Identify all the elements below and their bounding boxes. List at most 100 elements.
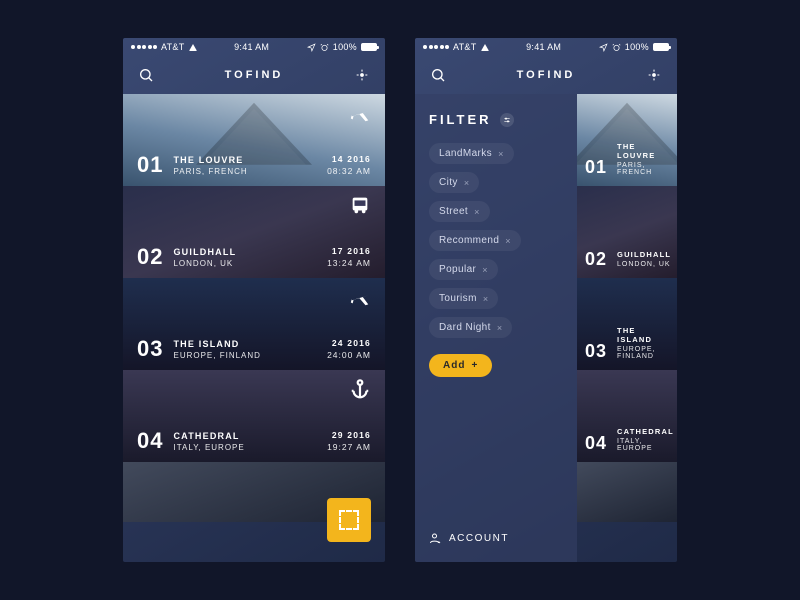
nav-bar: TOFIND xyxy=(123,56,385,94)
locate-icon[interactable] xyxy=(645,66,663,84)
card-time: 13:24 AM xyxy=(327,258,371,268)
card-time: 24:00 AM xyxy=(327,350,371,360)
chip-label: Recommend xyxy=(439,235,499,246)
signal-dots-icon xyxy=(423,45,449,49)
card-location: ITALY, EUROPE xyxy=(617,438,674,452)
plane-icon xyxy=(349,102,371,124)
card-index: 01 xyxy=(585,158,607,176)
card-index: 01 xyxy=(137,154,163,176)
destination-card[interactable] xyxy=(577,462,677,522)
filter-chip-list: LandMarks×City×Street×Recommend×Popular×… xyxy=(429,143,563,338)
card-location: ITALY, EUROPE xyxy=(173,443,327,452)
chip-label: LandMarks xyxy=(439,148,492,159)
card-date: 14 2016 xyxy=(327,154,371,164)
card-index: 02 xyxy=(585,250,607,268)
wifi-icon xyxy=(189,44,197,51)
chip-remove-icon[interactable]: × xyxy=(498,149,504,159)
card-location: LONDON, UK xyxy=(617,261,671,268)
fab-icon xyxy=(339,510,359,530)
card-date: 17 2016 xyxy=(327,246,371,256)
card-location: EUROPE, FINLAND xyxy=(617,346,669,360)
chip-remove-icon[interactable]: × xyxy=(464,178,470,188)
filter-title: FILTER xyxy=(429,112,563,127)
status-bar: AT&T 9:41 AM 100% xyxy=(415,38,677,56)
destination-card[interactable]: 02 GUILDHALL LONDON, UK xyxy=(577,186,677,278)
filter-chip[interactable]: Dard Night × xyxy=(429,317,512,338)
card-index: 03 xyxy=(585,342,607,360)
filter-chip[interactable]: Recommend × xyxy=(429,230,521,251)
chip-remove-icon[interactable]: × xyxy=(483,294,489,304)
add-filter-label: Add xyxy=(443,360,465,371)
nav-bar: TOFIND xyxy=(415,56,677,94)
chip-label: City xyxy=(439,177,458,188)
app-title: TOFIND xyxy=(517,69,576,81)
battery-pct: 100% xyxy=(333,42,357,52)
filter-chip[interactable]: Popular× xyxy=(429,259,498,280)
plus-icon: + xyxy=(471,360,478,371)
status-time: 9:41 AM xyxy=(526,42,561,52)
signal-dots-icon xyxy=(131,45,157,49)
locate-icon[interactable] xyxy=(353,66,371,84)
search-icon[interactable] xyxy=(137,66,155,84)
card-location: EUROPE, FINLAND xyxy=(173,351,327,360)
destination-card[interactable]: 04 CATHEDRAL ITALY, EUROPE xyxy=(577,370,677,462)
filter-panel: FILTER LandMarks×City×Street×Recommend×P… xyxy=(415,94,577,562)
destination-card[interactable]: 01 THE LOUVRE PARIS, FRENCH14 2016 08:32 AM xyxy=(123,94,385,186)
carrier-label: AT&T xyxy=(453,42,477,52)
alarm-icon xyxy=(612,43,621,52)
filter-chip[interactable]: LandMarks × xyxy=(429,143,514,164)
plane-icon xyxy=(349,286,371,308)
status-bar: AT&T 9:41 AM 100% xyxy=(123,38,385,56)
carrier-label: AT&T xyxy=(161,42,185,52)
sliders-icon[interactable] xyxy=(500,113,514,127)
card-title: CATHEDRAL xyxy=(617,427,674,436)
card-date: 29 2016 xyxy=(327,430,371,440)
chip-label: Tourism xyxy=(439,293,477,304)
destination-list[interactable]: 01 THE LOUVRE PARIS, FRENCH14 2016 08:32 AM… xyxy=(123,94,385,562)
filter-chip[interactable]: City × xyxy=(429,172,479,193)
filter-title-text: FILTER xyxy=(429,112,492,127)
card-title: THE LOUVRE xyxy=(173,155,327,165)
chip-remove-icon[interactable]: × xyxy=(482,265,488,275)
destination-list-peek[interactable]: 01THE LOUVREPARIS, FRENCH02GUILDHALLLOND… xyxy=(577,94,677,562)
card-date: 24 2016 xyxy=(327,338,371,348)
card-time: 08:32 AM xyxy=(327,166,371,176)
user-icon xyxy=(429,532,441,544)
chip-remove-icon[interactable]: × xyxy=(505,236,511,246)
card-time: 19:27 AM xyxy=(327,442,371,452)
app-title: TOFIND xyxy=(225,69,284,81)
card-title: CATHEDRAL xyxy=(173,431,327,441)
fab-button[interactable] xyxy=(327,498,371,542)
card-index: 04 xyxy=(137,430,163,452)
filter-chip[interactable]: Tourism × xyxy=(429,288,498,309)
card-location: PARIS, FRENCH xyxy=(173,167,327,176)
card-title: THE LOUVRE xyxy=(617,142,669,160)
bus-icon xyxy=(349,194,371,216)
chip-remove-icon[interactable]: × xyxy=(497,323,503,333)
card-title: GUILDHALL xyxy=(617,250,671,259)
destination-card[interactable]: 03THE ISLANDEUROPE, FINLAND24 201624:00 … xyxy=(123,278,385,370)
phone-list-screen: AT&T 9:41 AM 100% TOFIND 01 THE LOUVRE PAR… xyxy=(123,38,385,562)
chip-remove-icon[interactable]: × xyxy=(474,207,480,217)
add-filter-button[interactable]: Add + xyxy=(429,354,492,377)
card-title: THE ISLAND xyxy=(617,326,669,344)
destination-card[interactable]: 03 THE ISLAND EUROPE, FINLAND xyxy=(577,278,677,370)
account-link[interactable]: ACCOUNT xyxy=(429,532,563,544)
location-arrow-icon xyxy=(599,43,608,52)
chip-label: Street xyxy=(439,206,468,217)
card-index: 02 xyxy=(137,246,163,268)
wifi-icon xyxy=(481,44,489,51)
card-title: GUILDHALL xyxy=(173,247,327,257)
card-index: 03 xyxy=(137,338,163,360)
location-arrow-icon xyxy=(307,43,316,52)
alarm-icon xyxy=(320,43,329,52)
card-index: 04 xyxy=(585,434,607,452)
destination-card[interactable]: 01THE LOUVREPARIS, FRENCH xyxy=(577,94,677,186)
battery-pct: 100% xyxy=(625,42,649,52)
filter-chip[interactable]: Street × xyxy=(429,201,490,222)
chip-label: Dard Night xyxy=(439,322,491,333)
phone-filter-screen: AT&T 9:41 AM 100% TOFIND 01THE LOUVREPAR… xyxy=(415,38,677,562)
destination-card[interactable]: 04 CATHEDRAL ITALY, EUROPE29 2016 19:27 AM xyxy=(123,370,385,462)
destination-card[interactable]: 02GUILDHALLLONDON, UK17 201613:24 AM xyxy=(123,186,385,278)
search-icon[interactable] xyxy=(429,66,447,84)
